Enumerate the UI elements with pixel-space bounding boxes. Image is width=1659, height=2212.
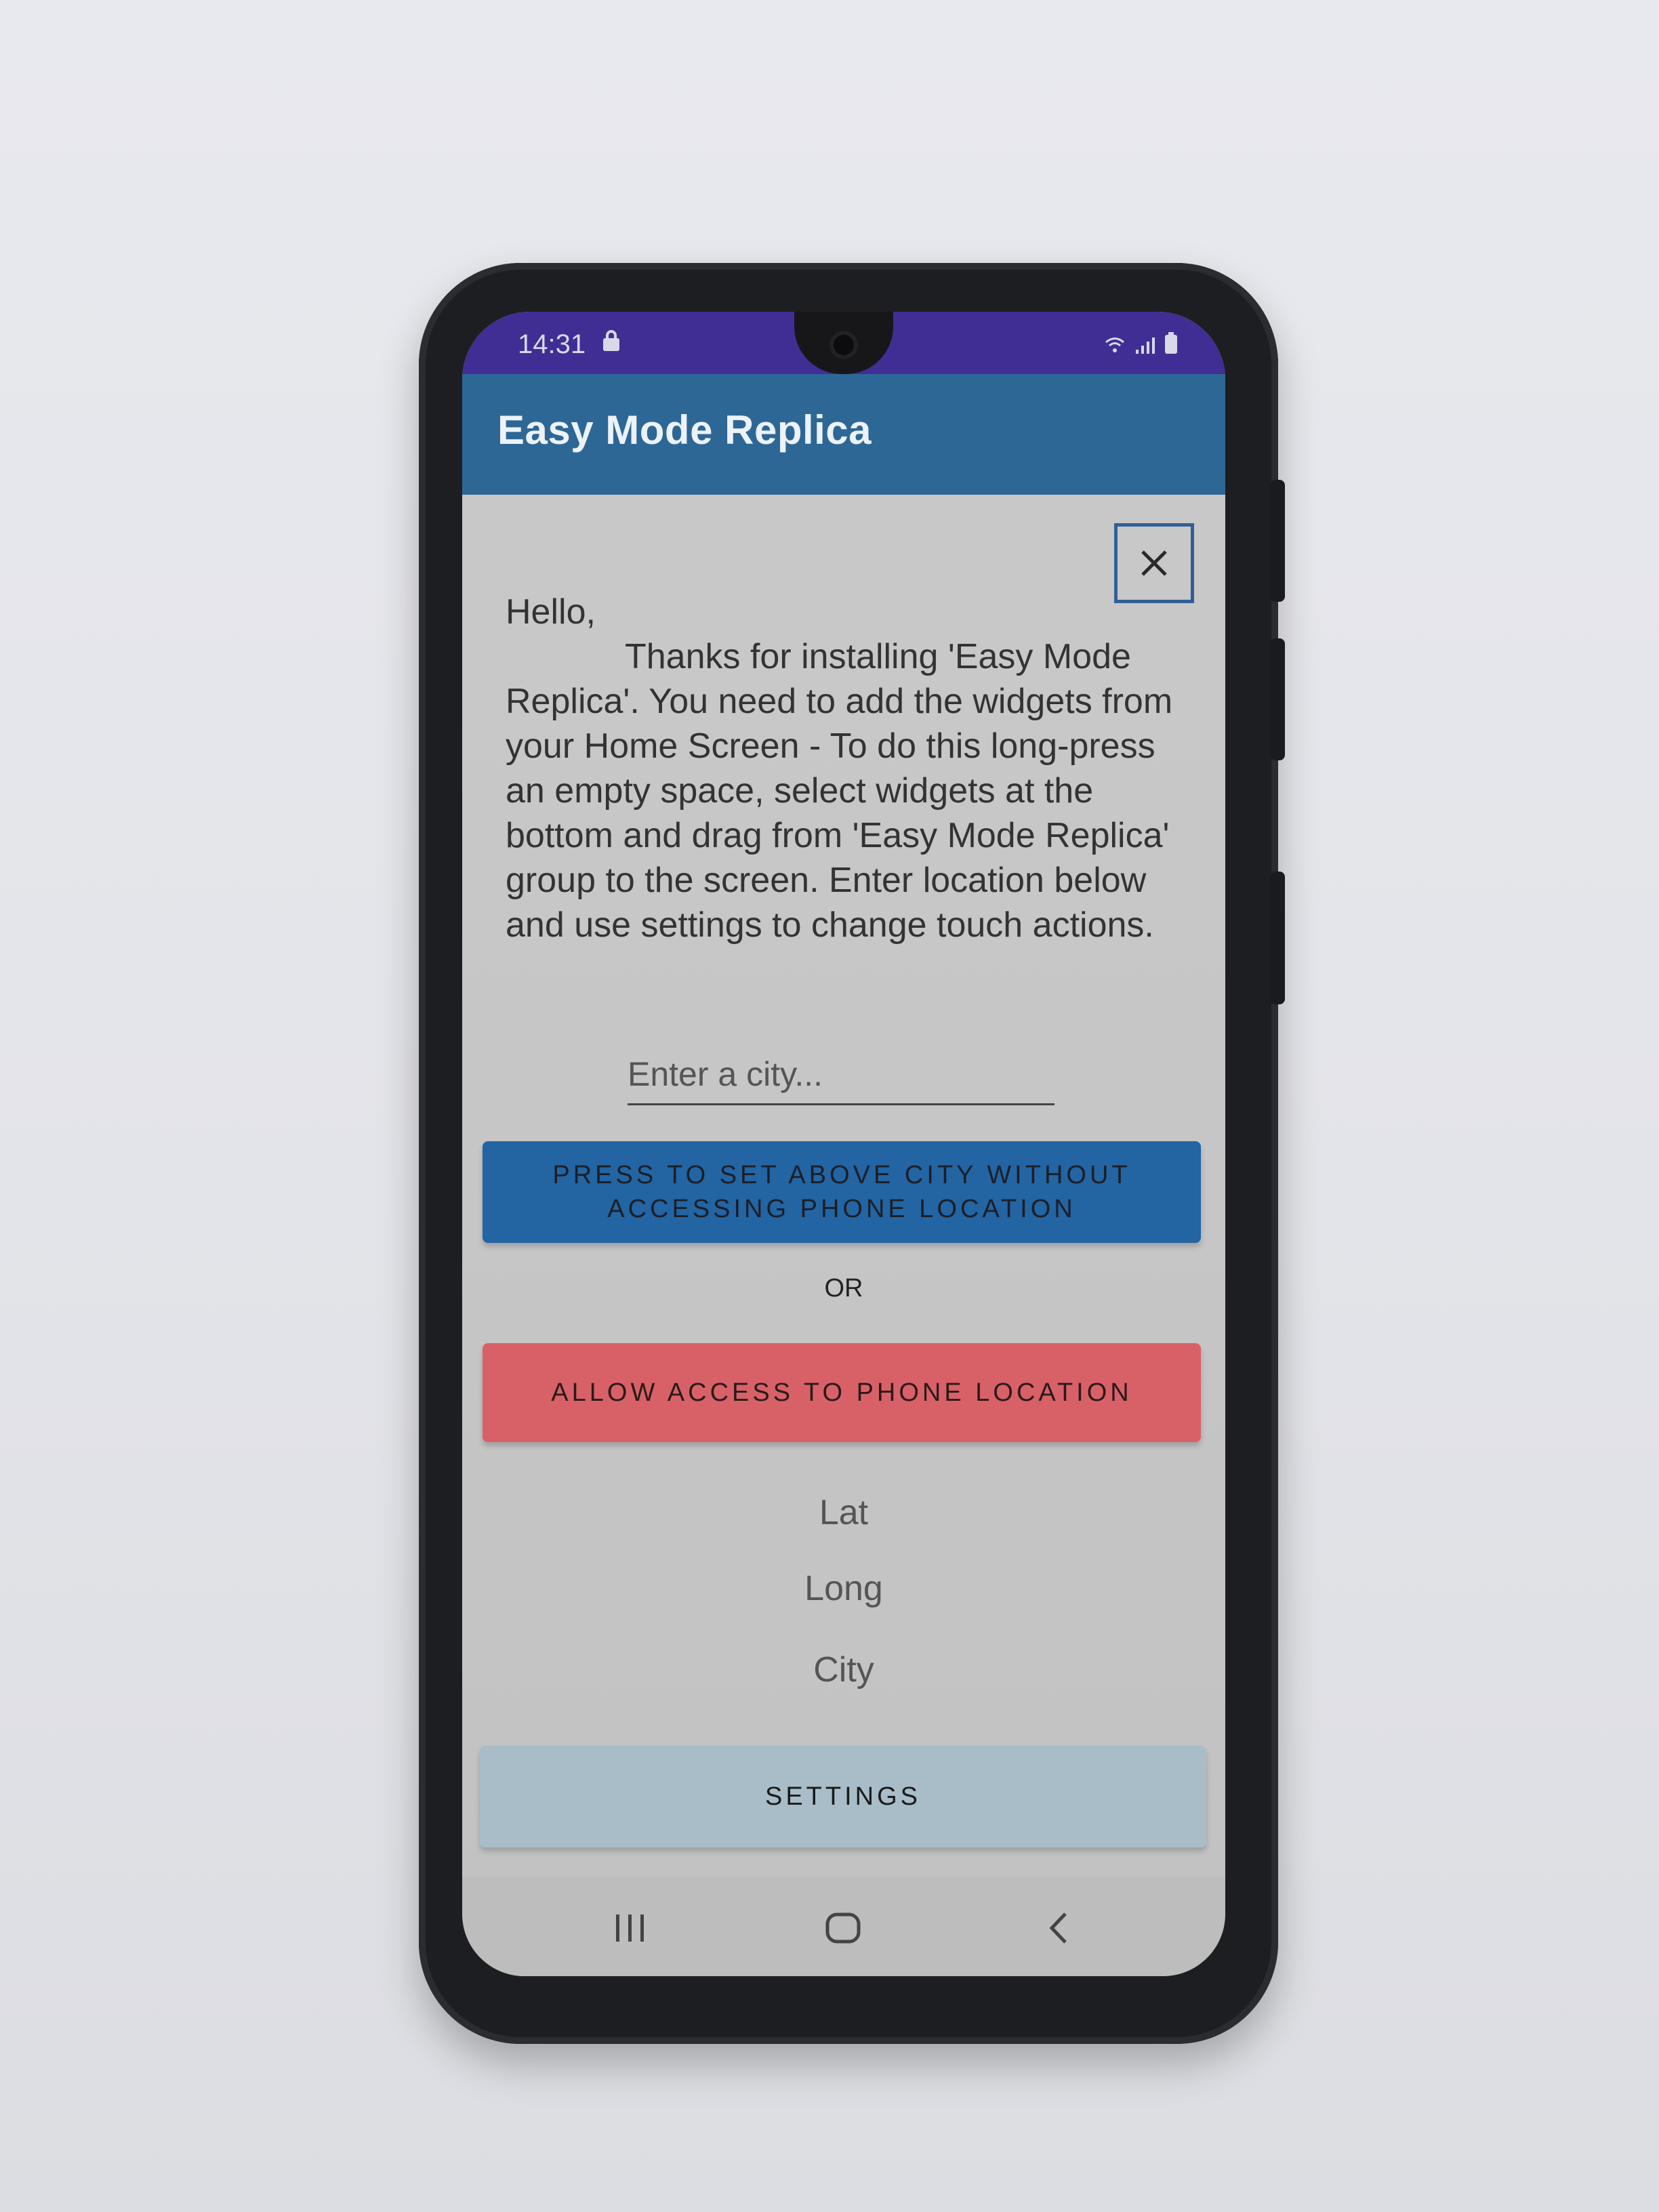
welcome-message: Hello, Thanks for installing 'Easy Mode … <box>506 590 1190 947</box>
app-bar: Easy Mode Replica <box>462 374 1225 495</box>
message-greeting: Hello, <box>506 592 596 632</box>
signal-icon <box>1136 337 1155 354</box>
set-city-button-line1: PRESS TO SET ABOVE CITY WITHOUT <box>552 1161 1131 1189</box>
power-button <box>1270 638 1285 760</box>
battery-icon <box>1165 332 1177 354</box>
recents-button[interactable] <box>603 1904 657 1952</box>
home-button[interactable] <box>816 1904 870 1952</box>
recents-icon <box>616 1914 644 1942</box>
app-title: Easy Mode Replica <box>497 407 872 453</box>
long-label: Long <box>804 1569 883 1608</box>
home-icon <box>825 1912 861 1944</box>
front-camera <box>830 331 858 359</box>
set-city-button[interactable]: PRESS TO SET ABOVE CITY WITHOUT ACCESSIN… <box>483 1141 1201 1243</box>
set-city-button-line2: ACCESSING PHONE LOCATION <box>607 1195 1076 1223</box>
bixby-button <box>1270 872 1285 1004</box>
navigation-bar <box>462 1877 1225 1976</box>
back-button[interactable] <box>1031 1904 1086 1952</box>
or-label: OR <box>824 1274 863 1303</box>
lat-label: Lat <box>819 1493 869 1532</box>
status-time: 14:31 <box>518 329 586 359</box>
allow-location-button[interactable]: ALLOW ACCESS TO PHONE LOCATION <box>483 1343 1201 1442</box>
settings-button[interactable]: SETTINGS <box>480 1746 1206 1847</box>
city-label: City <box>813 1650 874 1689</box>
back-icon <box>1049 1912 1067 1944</box>
status-icons <box>1105 332 1178 354</box>
city-input[interactable] <box>628 1045 1054 1105</box>
wifi-icon <box>1105 337 1124 352</box>
phone-screen: 14:31 Easy Mode Replica Hello, Thanks fo… <box>462 312 1225 1976</box>
message-body: Thanks for installing 'Easy Mode Replica… <box>506 637 1173 945</box>
close-icon <box>1141 550 1167 576</box>
volume-button <box>1270 480 1285 602</box>
lock-icon <box>603 330 619 351</box>
